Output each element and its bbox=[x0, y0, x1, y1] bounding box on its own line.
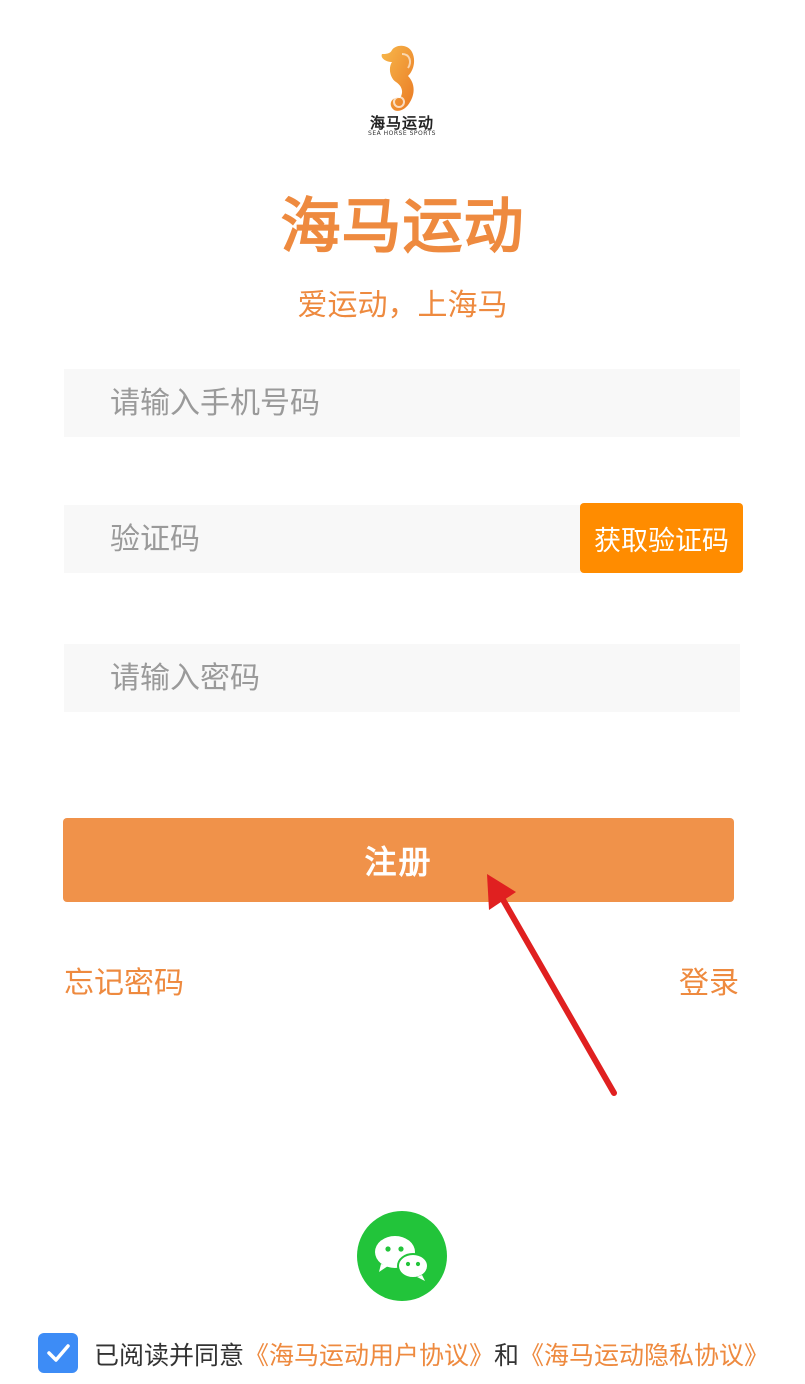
slogan: 爱运动，上海马 bbox=[297, 288, 508, 323]
wechat-icon bbox=[375, 1236, 429, 1281]
login-link[interactable]: 登录 bbox=[679, 958, 739, 1002]
verification-code-input[interactable] bbox=[64, 505, 584, 573]
agreement-conjunction: 和 bbox=[494, 1341, 520, 1370]
privacy-agreement-link[interactable]: 《海马运动隐私协议》 bbox=[519, 1341, 769, 1370]
app-title: 海马运动 bbox=[280, 192, 525, 262]
agreement-prefix: 已阅读并同意 bbox=[94, 1341, 245, 1370]
password-input[interactable] bbox=[64, 644, 740, 712]
checkmark-icon bbox=[47, 1344, 70, 1362]
forgot-password-link[interactable]: 忘记密码 bbox=[64, 958, 184, 1002]
logo-brand-subtitle: SEA HORSE SPORTS bbox=[368, 130, 436, 137]
user-agreement-link[interactable]: 《海马运动用户协议》 bbox=[244, 1341, 494, 1370]
agreement-text: 已阅读并同意《海马运动用户协议》和《海马运动隐私协议》 bbox=[94, 1336, 769, 1372]
wechat-login-button[interactable] bbox=[357, 1211, 447, 1301]
agreement-checkbox[interactable] bbox=[38, 1333, 78, 1373]
phone-input[interactable] bbox=[64, 369, 740, 437]
get-code-button[interactable]: 获取验证码 bbox=[580, 503, 743, 573]
register-button[interactable]: 注册 bbox=[63, 818, 734, 902]
